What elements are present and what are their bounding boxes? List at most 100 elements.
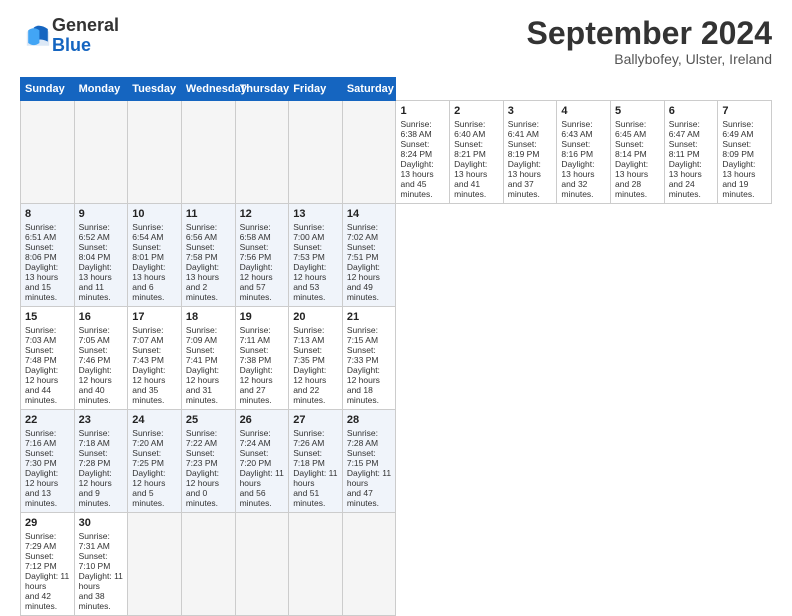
day-number: 5 — [615, 105, 660, 117]
daylight-line1: Daylight: 12 hours — [132, 365, 165, 385]
daylight-line2: and 18 minutes. — [347, 385, 379, 405]
logo-blue-text: Blue — [52, 36, 119, 56]
sunset-line: Sunset: 7:56 PM — [240, 242, 272, 262]
daylight-line1: Daylight: 11 hours — [240, 468, 284, 488]
daylight-line2: and 47 minutes. — [347, 488, 379, 508]
sunset-line: Sunset: 7:46 PM — [79, 345, 111, 365]
sunset-line: Sunset: 8:06 PM — [25, 242, 57, 262]
calendar-cell: 1Sunrise: 6:38 AMSunset: 8:24 PMDaylight… — [396, 101, 450, 204]
sunrise-line: Sunrise: 6:45 AM — [615, 119, 646, 139]
calendar-cell — [342, 101, 396, 204]
daylight-line1: Daylight: 12 hours — [132, 468, 165, 488]
sunset-line: Sunset: 7:12 PM — [25, 551, 57, 571]
daylight-line2: and 42 minutes. — [25, 591, 57, 611]
sunrise-line: Sunrise: 7:26 AM — [293, 428, 324, 448]
calendar-cell: 28Sunrise: 7:28 AMSunset: 7:15 PMDayligh… — [342, 410, 396, 513]
calendar-cell: 12Sunrise: 6:58 AMSunset: 7:56 PMDayligh… — [235, 204, 289, 307]
daylight-line1: Daylight: 11 hours — [347, 468, 391, 488]
day-number: 3 — [508, 105, 553, 117]
sunset-line: Sunset: 8:21 PM — [454, 139, 486, 159]
sunset-line: Sunset: 8:11 PM — [669, 139, 700, 159]
sunset-line: Sunset: 7:25 PM — [132, 448, 164, 468]
daylight-line1: Daylight: 11 hours — [79, 571, 123, 591]
calendar-cell — [289, 101, 343, 204]
sunset-line: Sunset: 7:35 PM — [293, 345, 325, 365]
sunrise-line: Sunrise: 6:58 AM — [240, 222, 271, 242]
col-sunday: Sunday — [21, 78, 75, 101]
calendar-cell: 10Sunrise: 6:54 AMSunset: 8:01 PMDayligh… — [128, 204, 182, 307]
sunrise-line: Sunrise: 7:22 AM — [186, 428, 217, 448]
daylight-line1: Daylight: 13 hours — [561, 159, 594, 179]
sunset-line: Sunset: 8:09 PM — [722, 139, 754, 159]
sunrise-line: Sunrise: 7:16 AM — [25, 428, 56, 448]
sunset-line: Sunset: 7:58 PM — [186, 242, 218, 262]
calendar-cell: 6Sunrise: 6:47 AMSunset: 8:11 PMDaylight… — [664, 101, 718, 204]
sunset-line: Sunset: 7:43 PM — [132, 345, 164, 365]
sunrise-line: Sunrise: 7:00 AM — [293, 222, 324, 242]
sunrise-line: Sunrise: 6:40 AM — [454, 119, 485, 139]
sunset-line: Sunset: 8:04 PM — [79, 242, 111, 262]
calendar-cell: 21Sunrise: 7:15 AMSunset: 7:33 PMDayligh… — [342, 307, 396, 410]
daylight-line2: and 13 minutes. — [25, 488, 57, 508]
daylight-line1: Daylight: 13 hours — [615, 159, 648, 179]
page: General Blue September 2024 Ballybofey, … — [0, 0, 792, 612]
daylight-line2: and 37 minutes. — [508, 179, 540, 199]
day-number: 20 — [293, 311, 338, 323]
calendar-week-row-0: 1Sunrise: 6:38 AMSunset: 8:24 PMDaylight… — [21, 101, 772, 204]
sunset-line: Sunset: 7:41 PM — [186, 345, 218, 365]
calendar-cell: 5 Sunrise: 6:45 AMSunset: 8:14 PMDaylight… — [611, 101, 665, 204]
sunrise-line: Sunrise: 6:52 AM — [79, 222, 110, 242]
day-number: 17 — [132, 311, 177, 323]
logo: General Blue — [20, 16, 119, 56]
calendar-cell: 3Sunrise: 6:41 AMSunset: 8:19 PMDaylight… — [503, 101, 557, 204]
daylight-line2: and 24 minutes. — [669, 179, 701, 199]
day-number: 8 — [25, 208, 70, 220]
col-tuesday: Tuesday — [128, 78, 182, 101]
sunrise-line: Sunrise: 6:54 AM — [132, 222, 163, 242]
calendar-cell — [128, 513, 182, 616]
sunset-line: Sunset: 7:51 PM — [347, 242, 379, 262]
sunrise-line: Sunrise: 7:07 AM — [132, 325, 163, 345]
daylight-line1: Daylight: 13 hours — [186, 262, 219, 282]
sunrise-line: Sunrise: 7:18 AM — [79, 428, 110, 448]
day-number: 9 — [79, 208, 124, 220]
col-thursday: Thursday — [235, 78, 289, 101]
daylight-line2: and 56 minutes. — [240, 488, 272, 508]
daylight-line2: and 11 minutes. — [79, 282, 111, 302]
calendar-cell — [235, 513, 289, 616]
calendar-cell — [342, 513, 396, 616]
calendar-cell — [21, 101, 75, 204]
sunrise-line: Sunrise: 7:24 AM — [240, 428, 271, 448]
calendar-cell — [235, 101, 289, 204]
day-number: 28 — [347, 414, 392, 426]
calendar-cell: 2Sunrise: 6:40 AMSunset: 8:21 PMDaylight… — [450, 101, 504, 204]
col-saturday: Saturday — [342, 78, 396, 101]
daylight-line1: Daylight: 13 hours — [454, 159, 487, 179]
sunset-line: Sunset: 7:28 PM — [79, 448, 111, 468]
logo-icon — [24, 22, 52, 50]
daylight-line2: and 15 minutes. — [25, 282, 57, 302]
calendar-cell: 15Sunrise: 7:03 AMSunset: 7:48 PMDayligh… — [21, 307, 75, 410]
daylight-line1: Daylight: 12 hours — [240, 365, 273, 385]
daylight-line2: and 44 minutes. — [25, 385, 57, 405]
day-number: 10 — [132, 208, 177, 220]
calendar-cell: 29Sunrise: 7:29 AMSunset: 7:12 PMDayligh… — [21, 513, 75, 616]
day-number: 4 — [561, 105, 606, 117]
sunset-line: Sunset: 8:14 PM — [615, 139, 647, 159]
daylight-line2: and 40 minutes. — [79, 385, 111, 405]
daylight-line1: Daylight: 13 hours — [79, 262, 112, 282]
daylight-line1: Daylight: 12 hours — [79, 365, 112, 385]
sunset-line: Sunset: 8:19 PM — [508, 139, 540, 159]
daylight-line2: and 57 minutes. — [240, 282, 272, 302]
day-number: 26 — [240, 414, 285, 426]
day-number: 7 — [722, 105, 767, 117]
calendar-cell: 30Sunrise: 7:31 AMSunset: 7:10 PMDayligh… — [74, 513, 128, 616]
daylight-line1: Daylight: 13 hours — [669, 159, 702, 179]
calendar-cell: 22Sunrise: 7:16 AMSunset: 7:30 PMDayligh… — [21, 410, 75, 513]
day-number: 27 — [293, 414, 338, 426]
calendar-week-row-1: 8Sunrise: 6:51 AMSunset: 8:06 PMDaylight… — [21, 204, 772, 307]
day-number: 13 — [293, 208, 338, 220]
sunset-line: Sunset: 7:10 PM — [79, 551, 111, 571]
calendar-cell: 26Sunrise: 7:24 AMSunset: 7:20 PMDayligh… — [235, 410, 289, 513]
daylight-line2: and 19 minutes. — [722, 179, 754, 199]
